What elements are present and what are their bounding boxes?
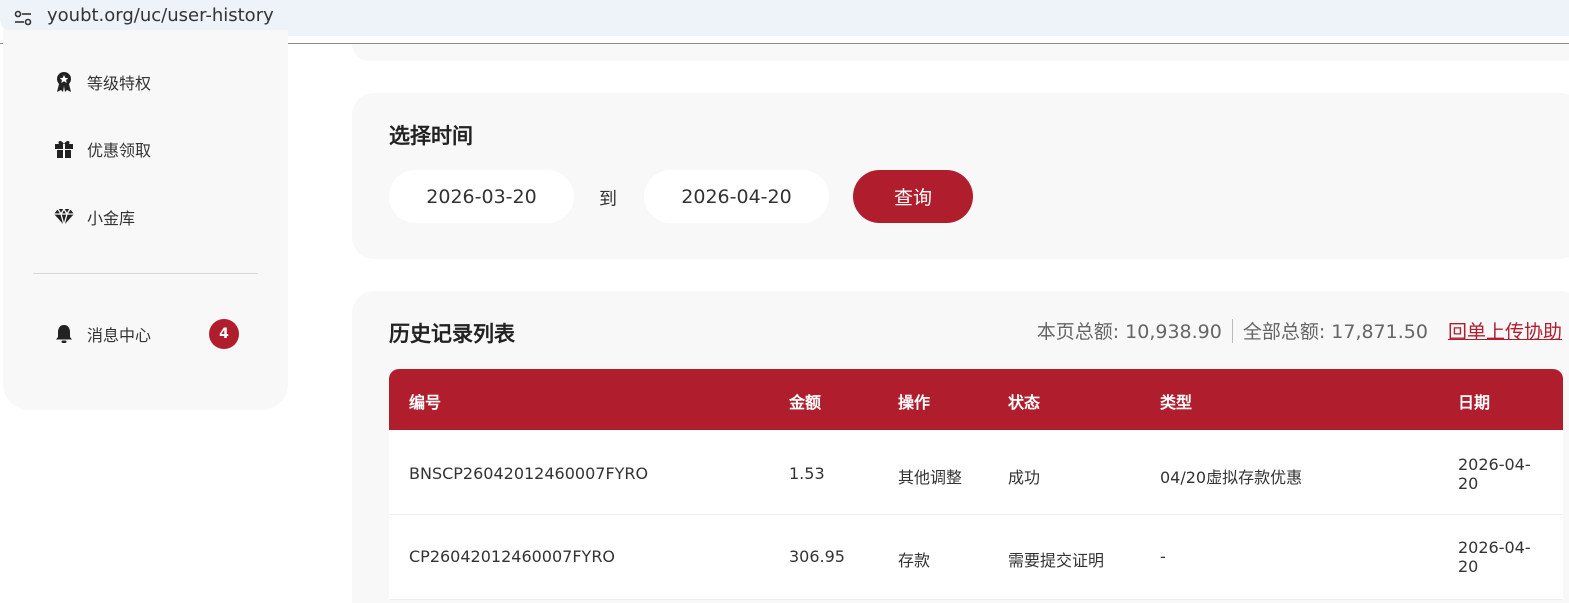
cell-amount: 1.53 [789,464,825,483]
top-card [352,44,1569,61]
section-title-history: 历史记录列表 [389,322,515,346]
page-total: 本页总额: 10,938.90 [1036,321,1222,343]
sidebar-item-vault[interactable]: 小金库 [53,202,135,232]
cell-action: 存款 [898,551,931,570]
site-settings-icon[interactable] [13,8,33,28]
all-total: 全部总额: 17,871.50 [1242,321,1428,343]
sidebar-item-label: 等级特权 [87,74,152,93]
sidebar-item-label: 小金库 [87,209,136,228]
cell-type: 04/20虚拟存款优惠 [1160,468,1303,487]
gift-icon [53,138,75,160]
totals-bar: 本页总额: 10,938.90 全部总额: 17,871.50 回单上传协助 [1037,317,1562,344]
sidebar-item-promotions[interactable]: 优惠领取 [53,134,151,164]
history-card: 历史记录列表 本页总额: 10,938.90 全部总额: 17,871.50 回… [352,291,1569,603]
medal-icon [53,71,75,93]
cell-date: 2026-04-20 [1458,538,1531,576]
date-range-separator: 到 [599,189,617,210]
start-date-input[interactable]: 2026-03-20 [389,170,574,223]
cell-amount: 306.95 [789,547,845,566]
cell-type: - [1160,547,1166,566]
totals-divider [1231,318,1233,343]
end-date-input[interactable]: 2026-04-20 [644,170,829,223]
cell-id: CP26042012460007FYRO [409,547,616,566]
column-header-id[interactable]: 编号 [409,389,441,413]
time-filter-card: 选择时间 2026-03-20 到 2026-04-20 查询 [352,93,1569,259]
message-count-badge: 4 [209,319,239,349]
table-header: 编号 金额 操作 状态 类型 日期 [389,369,1563,430]
cell-action: 其他调整 [898,468,963,487]
cell-id: BNSCP26042012460007FYRO [409,464,649,483]
upload-receipt-link[interactable]: 回单上传协助 [1448,317,1562,344]
column-header-type[interactable]: 类型 [1160,389,1192,413]
table-row[interactable]: BNSCP26042012460007FYRO 1.53 其他调整 成功 04/… [389,430,1563,515]
history-table: 编号 金额 操作 状态 类型 日期 BNSCP26042012460007FYR… [389,369,1563,600]
query-button[interactable]: 查询 [853,170,973,223]
cell-status: 成功 [1008,468,1041,487]
sidebar-item-label: 优惠领取 [87,141,152,160]
sidebar-item-messages[interactable]: 消息中心 [53,319,151,349]
cell-status: 需要提交证明 [1008,551,1105,570]
column-header-amount[interactable]: 金额 [789,389,821,413]
url-text[interactable]: youbt.org/uc/user-history [47,5,274,27]
column-header-action[interactable]: 操作 [898,389,930,413]
cell-date: 2026-04-20 [1458,455,1531,493]
sidebar-divider [33,273,258,274]
section-title-select-time: 选择时间 [389,124,473,148]
table-row[interactable]: CP26042012460007FYRO 306.95 存款 需要提交证明 - … [389,515,1563,600]
diamond-icon [53,206,75,228]
column-header-status[interactable]: 状态 [1008,389,1040,413]
column-header-date[interactable]: 日期 [1458,389,1490,413]
sidebar: 等级特权 优惠领取 小金库 消息中心 4 [3,30,288,410]
bell-icon [53,323,75,345]
sidebar-item-label: 消息中心 [87,326,152,345]
sidebar-item-vip-privileges[interactable]: 等级特权 [53,67,151,97]
